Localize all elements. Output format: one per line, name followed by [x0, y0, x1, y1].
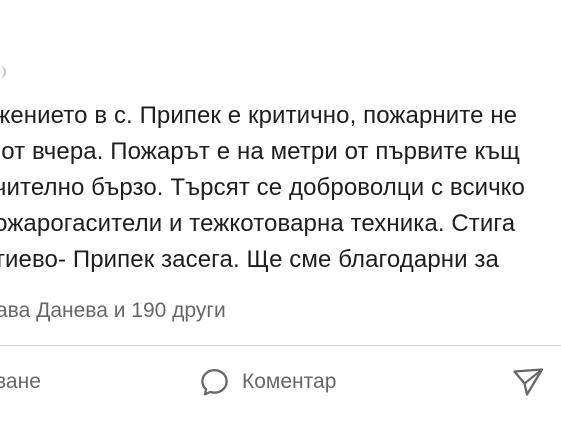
post-text-line: пожарогасители и тежкотоварна техника. С…	[0, 210, 516, 237]
like-button[interactable]: ване	[0, 366, 41, 398]
post-text: ожението в с. Припек е критично, пожарни…	[0, 98, 561, 278]
share-button[interactable]	[511, 366, 545, 398]
speech-bubble-icon	[199, 367, 230, 398]
like-button-label: ване	[0, 370, 41, 393]
post-text-line: ожението в с. Припек е критично, пожарни…	[0, 102, 518, 129]
share-arrow-icon	[511, 366, 545, 398]
comment-button[interactable]: Коментар	[199, 366, 336, 398]
post-action-bar: ване Коментар	[0, 346, 561, 421]
post-text-line: ачително бързо. Търсят се доброволци с в…	[0, 174, 525, 201]
avatar[interactable]	[0, 66, 6, 78]
reactions-summary[interactable]: ава Данева и 190 други	[0, 296, 226, 326]
comment-button-label: Коментар	[242, 370, 337, 393]
post-text-line: атиево- Припек засега. Ще сме благодарни…	[0, 246, 499, 273]
post-text-line: а от вчера. Пожарът е на метри от първит…	[0, 138, 521, 165]
